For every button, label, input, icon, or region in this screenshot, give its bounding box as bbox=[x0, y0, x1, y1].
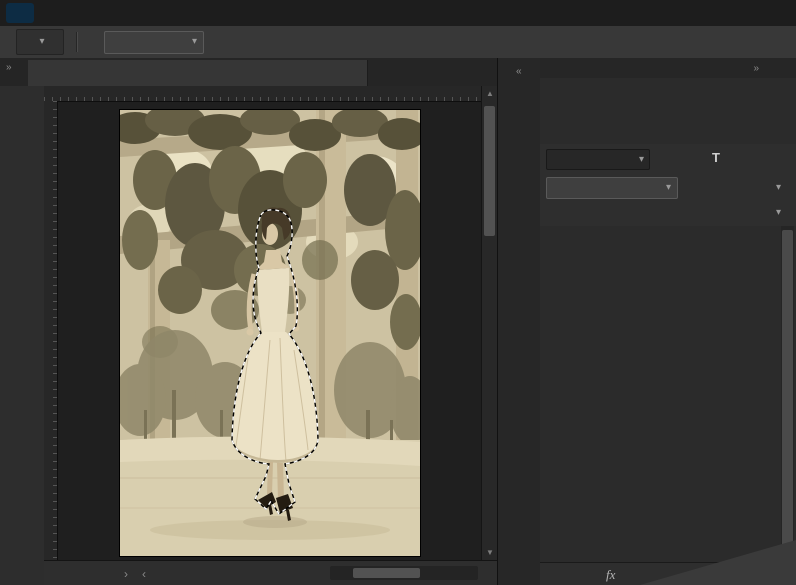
tool-options-bar: ▾ ▾ bbox=[0, 26, 796, 59]
chevron-down-icon[interactable]: ▾ bbox=[776, 183, 781, 193]
separator bbox=[76, 32, 78, 52]
layers-scrollbar[interactable] bbox=[781, 226, 794, 562]
status-bar: › ‹ bbox=[44, 560, 497, 585]
status-popup-icon[interactable]: › bbox=[124, 567, 128, 581]
filter-type-layers-icon[interactable]: T bbox=[712, 150, 720, 165]
sample-size-dropdown[interactable]: ▾ bbox=[104, 31, 204, 54]
chevron-down-icon: ▾ bbox=[39, 37, 44, 47]
layer-filter-dropdown[interactable]: ▾ bbox=[546, 149, 650, 170]
app-logo bbox=[6, 3, 34, 23]
horizontal-scrollbar[interactable] bbox=[330, 566, 478, 580]
scroll-down-icon[interactable]: ▼ bbox=[482, 548, 498, 557]
scroll-up-icon[interactable]: ▲ bbox=[482, 89, 498, 98]
photoshop-window: ▾ ▾ » bbox=[0, 0, 796, 585]
layers-list bbox=[540, 226, 796, 562]
document-tab[interactable] bbox=[28, 60, 368, 86]
toolbar-expand-icon[interactable]: » bbox=[6, 62, 11, 73]
blend-mode-dropdown[interactable]: ▾ bbox=[546, 177, 678, 199]
layers-panel-controls: ▾ T ▾ ▾ ▾ bbox=[540, 144, 796, 227]
tool-preset-picker[interactable]: ▾ bbox=[16, 29, 64, 55]
horizontal-ruler bbox=[44, 86, 481, 102]
panel-collapse-icon[interactable]: » bbox=[753, 63, 758, 74]
tools-panel bbox=[0, 86, 45, 585]
document-canvas-image[interactable] bbox=[120, 110, 420, 556]
status-popup-icon[interactable]: ‹ bbox=[142, 567, 146, 581]
layer-effects-icon[interactable]: fx bbox=[606, 567, 615, 583]
horizontal-scroll-thumb[interactable] bbox=[353, 568, 420, 578]
chevron-down-icon[interactable]: ▾ bbox=[776, 208, 781, 218]
vertical-ruler bbox=[44, 101, 58, 560]
panel-group-area: » ▾ T ▾ ▾ bbox=[540, 58, 796, 585]
document-tab-bar: » bbox=[0, 58, 497, 86]
dock-expand-icon[interactable]: « bbox=[516, 66, 521, 77]
chevron-down-icon: ▾ bbox=[666, 183, 671, 193]
chevron-down-icon: ▾ bbox=[639, 155, 644, 165]
vertical-scroll-thumb[interactable] bbox=[484, 106, 495, 236]
layers-scroll-thumb[interactable] bbox=[782, 230, 793, 548]
menu-bar bbox=[0, 0, 796, 26]
chevron-down-icon: ▾ bbox=[192, 37, 197, 47]
panel-header-strip: » bbox=[540, 58, 796, 78]
vertical-scrollbar[interactable]: ▲ ▼ bbox=[481, 86, 498, 560]
panel-icon-dock: « bbox=[497, 58, 542, 585]
